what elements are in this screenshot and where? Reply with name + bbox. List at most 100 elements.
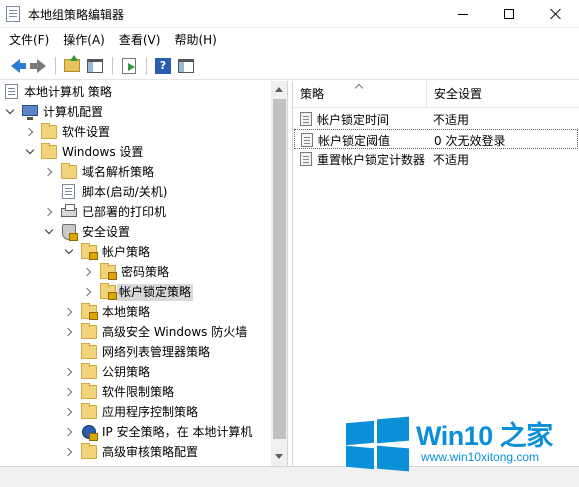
script-document-icon (62, 184, 75, 199)
policy-value: 不适用 (433, 113, 470, 127)
tree-item-ip-security[interactable]: IP 安全策略，在 本地计算机 (0, 422, 270, 442)
properties-button[interactable] (175, 55, 197, 77)
menu-action[interactable]: 操作(A) (56, 29, 112, 51)
minimize-icon (458, 13, 468, 15)
column-header-security-setting[interactable]: 安全设置 (427, 81, 579, 108)
tree-item-label: 网络列表管理器策略 (102, 345, 211, 359)
tree-item-firewall[interactable]: 高级安全 Windows 防火墙 (0, 322, 270, 342)
tree-item-label: 安全设置 (82, 225, 131, 239)
tree-item-account-lockout-policy[interactable]: 帐户锁定策略 (0, 282, 270, 302)
policy-setting-icon (300, 112, 312, 126)
list-item[interactable]: 重置帐户锁定计数器 不适用 (294, 149, 578, 169)
tree-item-advanced-audit[interactable]: 高级审核策略配置 (0, 442, 270, 462)
export-list-button[interactable] (118, 55, 140, 77)
tree-item-network-list-manager[interactable]: 网络列表管理器策略 (0, 342, 270, 362)
menu-help[interactable]: 帮助(H) (167, 29, 223, 51)
tree-item-software-restriction[interactable]: 软件限制策略 (0, 382, 270, 402)
expander-expanded-icon[interactable] (24, 145, 36, 158)
maximize-button[interactable] (486, 0, 532, 28)
tree-item-local-policies[interactable]: 本地策略 (0, 302, 270, 322)
folder-icon (81, 323, 97, 339)
tree-item-software-settings[interactable]: 软件设置 (0, 122, 270, 142)
tree-item-label: 软件设置 (62, 125, 111, 139)
tree-item-label: 脚本(启动/关机) (82, 185, 168, 199)
tree-item-scripts[interactable]: 脚本(启动/关机) (0, 182, 270, 202)
tree-item-root[interactable]: 本地计算机 策略 (0, 82, 270, 102)
window-title: 本地组策略编辑器 (28, 8, 125, 22)
tree-scrollbar[interactable] (271, 81, 287, 466)
tree-item-deployed-printers[interactable]: 已部署的打印机 (0, 202, 270, 222)
column-header-policy[interactable]: 策略 (293, 81, 427, 108)
folder-lock-icon (81, 303, 98, 320)
tree-item-application-control[interactable]: 应用程序控制策略 (0, 402, 270, 422)
printer-icon (61, 204, 77, 217)
tree-item-label: 已部署的打印机 (82, 205, 167, 219)
expander-collapsed-icon[interactable] (63, 366, 75, 378)
minimize-button[interactable] (440, 0, 486, 28)
properties-icon (178, 58, 194, 73)
folder-icon (61, 163, 77, 179)
tree-item-label: IP 安全策略，在 本地计算机 (102, 425, 253, 439)
tree-item-name-resolution-policy[interactable]: 域名解析策略 (0, 162, 270, 182)
tree-item-label: Windows 设置 (62, 145, 144, 159)
tree-item-windows-settings[interactable]: Windows 设置 (0, 142, 270, 162)
close-icon (550, 8, 562, 20)
tree-item-label: 域名解析策略 (82, 165, 155, 179)
expander-expanded-icon[interactable] (63, 245, 75, 258)
policy-value: 不适用 (433, 153, 470, 167)
expander-collapsed-icon[interactable] (24, 126, 36, 138)
expander-expanded-icon[interactable] (43, 225, 55, 238)
scroll-down-icon[interactable] (275, 454, 283, 459)
ip-security-icon (82, 425, 98, 441)
expander-collapsed-icon[interactable] (82, 286, 94, 298)
folder-icon (81, 363, 97, 379)
expander-collapsed-icon[interactable] (63, 426, 75, 438)
close-button[interactable] (533, 0, 579, 28)
tree-pane[interactable]: 本地计算机 策略 计算机配置 软件设置 Windows 设置 域名解析策略 脚本… (0, 81, 288, 466)
tree-item-label: 计算机配置 (43, 105, 104, 119)
expander-collapsed-icon[interactable] (63, 326, 75, 338)
list-item-focused[interactable]: 帐户锁定阈值 0 次无效登录 (294, 129, 578, 149)
expander-collapsed-icon[interactable] (43, 206, 55, 218)
expander-collapsed-icon[interactable] (63, 406, 75, 418)
tree-item-security-settings[interactable]: 安全设置 (0, 222, 270, 242)
expander-collapsed-icon[interactable] (82, 266, 94, 278)
expander-collapsed-icon[interactable] (43, 166, 55, 178)
expander-collapsed-icon[interactable] (63, 306, 75, 318)
back-button[interactable] (4, 55, 26, 77)
folder-icon (81, 403, 97, 419)
tree-item-computer-config[interactable]: 计算机配置 (0, 102, 270, 122)
expander-collapsed-icon[interactable] (63, 446, 75, 458)
up-one-level-button[interactable] (61, 55, 83, 77)
tree-item-password-policy[interactable]: 密码策略 (0, 262, 270, 282)
policy-name: 重置帐户锁定计数器 (317, 153, 426, 167)
expander-collapsed-icon[interactable] (63, 386, 75, 398)
folder-icon (81, 443, 97, 459)
tree-item-public-key-policies[interactable]: 公钥策略 (0, 362, 270, 382)
computer-icon (22, 105, 38, 120)
policy-value: 0 次无效登录 (434, 134, 506, 148)
scrollbar-thumb[interactable] (273, 99, 286, 439)
tree-item-label: 应用程序控制策略 (102, 405, 199, 419)
watermark: Win10 之家 www.win10xitong.com (346, 410, 576, 474)
security-shield-icon (62, 224, 78, 241)
list-item[interactable]: 帐户锁定时间 不适用 (294, 109, 578, 129)
show-hide-tree-button[interactable] (84, 55, 106, 77)
column-header-label: 安全设置 (434, 87, 483, 101)
folder-icon (41, 123, 57, 139)
menu-view[interactable]: 查看(V) (112, 29, 168, 51)
help-icon: ? (155, 57, 171, 74)
forward-button[interactable] (27, 55, 49, 77)
expander-expanded-icon[interactable] (4, 105, 16, 118)
menu-file[interactable]: 文件(F) (2, 29, 56, 51)
app-icon (6, 6, 20, 22)
toolbar-separator (146, 56, 147, 75)
sort-ascending-icon (354, 83, 364, 93)
export-list-icon (122, 57, 136, 74)
tree-item-label: 密码策略 (121, 265, 170, 279)
help-button[interactable]: ? (152, 55, 174, 77)
scroll-up-icon[interactable] (275, 87, 283, 92)
tree-item-account-policies[interactable]: 帐户策略 (0, 242, 270, 262)
column-header-label: 策略 (300, 87, 325, 101)
folder-icon (41, 143, 57, 159)
